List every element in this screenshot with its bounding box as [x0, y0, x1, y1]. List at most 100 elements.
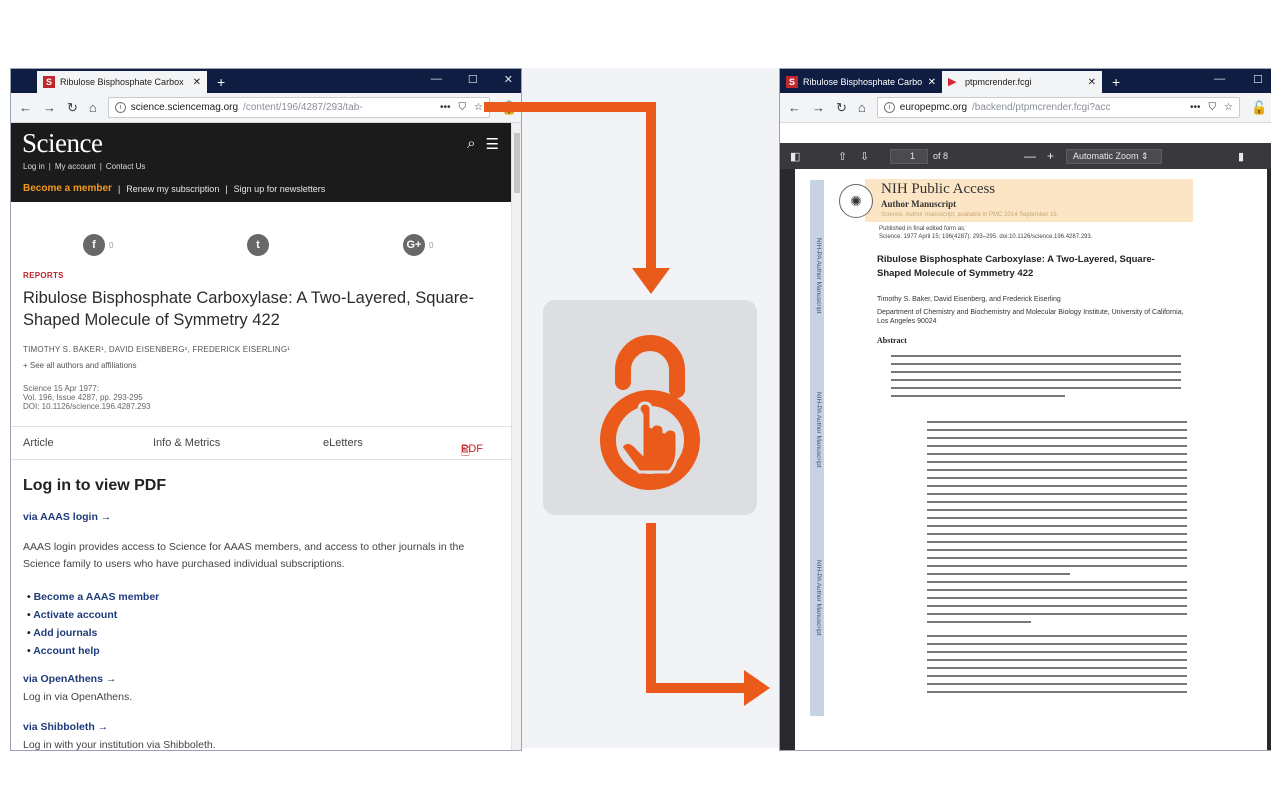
- article-category: REPORTS: [23, 271, 64, 280]
- article-authors: TIMOTHY S. BAKER¹, DAVID EISENBERG¹, FRE…: [23, 345, 291, 354]
- close-window-icon[interactable]: ✕: [504, 73, 513, 86]
- left-tab-science[interactable]: S Ribulose Bisphosphate Carbox ✕: [37, 71, 207, 93]
- googleplus-icon: G+: [403, 234, 425, 256]
- more-icon[interactable]: •••: [440, 102, 451, 113]
- see-all-authors-link[interactable]: + See all authors and affiliations: [23, 361, 136, 370]
- facebook-icon: f: [83, 234, 105, 256]
- article-tabs: Article Info & Metrics eLetters 🗎 PDF: [11, 426, 511, 460]
- tab-title: ptpmcrender.fcgi: [965, 77, 1032, 87]
- become-member-link[interactable]: Become a member: [23, 183, 112, 194]
- nih-subtitle: Author Manuscript: [881, 199, 957, 209]
- abstract-text-lines: [891, 355, 1181, 403]
- body-text-lines: [927, 581, 1187, 629]
- document-authors: Timothy S. Baker, David Eisenberg, and F…: [877, 295, 1187, 326]
- separator: |: [48, 162, 51, 171]
- info-icon[interactable]: i: [883, 102, 895, 113]
- author-names: Timothy S. Baker, David Eisenberg, and F…: [877, 296, 1061, 303]
- nih-faint-note: Science. Author manuscript; available in…: [881, 212, 1059, 218]
- add-journals-link[interactable]: Add journals: [27, 624, 159, 642]
- home-icon[interactable]: ⌂: [858, 100, 866, 115]
- shibboleth-description: Log in with your institution via Shibbol…: [23, 739, 216, 751]
- left-browser-window: S Ribulose Bisphosphate Carbox ✕ + — ☐ ✕…: [10, 68, 522, 751]
- pdf-canvas[interactable]: NIH-PA Author Manuscript NIH-PA Author M…: [780, 169, 1271, 750]
- renew-link[interactable]: Renew my subscription: [126, 184, 219, 194]
- twitter-share[interactable]: t: [247, 234, 269, 256]
- hhs-seal-icon: ✺: [839, 184, 873, 218]
- bookmark-star-icon[interactable]: ☆: [474, 102, 483, 113]
- tab-article[interactable]: Article: [23, 437, 54, 449]
- open-access-lock-icon: [600, 335, 700, 490]
- arrow-top-horizontal: [484, 102, 654, 112]
- reload-icon[interactable]: ↻: [836, 100, 847, 116]
- science-subnav: Become a member | Renew my subscription …: [23, 183, 326, 194]
- info-icon[interactable]: i: [114, 102, 126, 113]
- page-number-input[interactable]: 1: [890, 148, 928, 164]
- open-access-extension-icon[interactable]: 🔓: [1251, 100, 1267, 116]
- tab-eletters[interactable]: eLetters: [323, 437, 363, 449]
- toggle-sidebar-icon[interactable]: ◧: [790, 150, 800, 163]
- reload-icon[interactable]: ↻: [67, 100, 78, 116]
- zoom-select[interactable]: Automatic Zoom ⇕: [1066, 148, 1162, 164]
- pdf-favicon-icon: ▶: [948, 76, 957, 88]
- activate-account-link[interactable]: Activate account: [27, 606, 159, 624]
- googleplus-count: 0: [429, 240, 434, 250]
- science-favicon-icon: S: [43, 76, 55, 88]
- bookmark-star-icon[interactable]: ☆: [1224, 102, 1233, 113]
- twitter-icon: t: [247, 234, 269, 256]
- facebook-share[interactable]: f0: [83, 234, 113, 256]
- maximize-icon[interactable]: ☐: [468, 73, 478, 86]
- facebook-count: 0: [109, 240, 114, 250]
- right-browser-window: S Ribulose Bisphosphate Carbo ✕ ▶ ptpmcr…: [779, 68, 1271, 751]
- body-text-lines: [927, 635, 1187, 699]
- login-link[interactable]: Log in: [23, 162, 45, 171]
- science-logo[interactable]: Science: [22, 128, 103, 159]
- sidebar-text: NIH-PA Author Manuscript: [815, 238, 822, 314]
- menu-icon[interactable]: ☰: [486, 135, 499, 153]
- new-tab-button[interactable]: +: [1102, 71, 1130, 93]
- zoom-in-icon[interactable]: +: [1047, 149, 1054, 163]
- url-bar[interactable]: i science.sciencemag.org/content/196/428…: [107, 97, 490, 118]
- scrollbar-thumb[interactable]: [514, 133, 520, 193]
- maximize-icon[interactable]: ☐: [1253, 73, 1263, 86]
- via-aaas-link[interactable]: via AAAS login →: [23, 511, 111, 523]
- bookmark-icon[interactable]: ▮: [1238, 150, 1244, 163]
- home-icon[interactable]: ⌂: [89, 100, 97, 115]
- back-icon[interactable]: ←: [19, 100, 32, 115]
- next-page-icon[interactable]: ⇩: [860, 150, 869, 163]
- googleplus-share[interactable]: G+ 0: [403, 234, 433, 256]
- signup-link[interactable]: Sign up for newsletters: [234, 184, 326, 194]
- forward-icon[interactable]: →: [812, 100, 825, 115]
- forward-icon[interactable]: →: [43, 100, 56, 115]
- page-scrollbar[interactable]: [511, 123, 521, 750]
- tab-close-icon[interactable]: ✕: [193, 77, 201, 88]
- minimize-icon[interactable]: —: [431, 73, 442, 86]
- document-title: Ribulose Bisphosphate Carboxylase: A Two…: [877, 254, 1155, 279]
- right-tab-pdf[interactable]: ▶ ptpmcrender.fcgi ✕: [942, 71, 1102, 93]
- become-aaas-member-link[interactable]: Become a AAAS member: [27, 588, 160, 606]
- url-bar[interactable]: i europepmc.org/backend/ptpmcrender.fcgi…: [876, 97, 1240, 118]
- zoom-out-icon[interactable]: —: [1024, 149, 1036, 163]
- right-tab-science[interactable]: S Ribulose Bisphosphate Carbo ✕: [780, 71, 942, 93]
- search-icon[interactable]: ⌕: [467, 135, 475, 153]
- minimize-icon[interactable]: —: [1214, 73, 1225, 86]
- tab-info-metrics[interactable]: Info & Metrics: [153, 437, 220, 449]
- tab-close-icon[interactable]: ✕: [928, 77, 936, 88]
- via-openathens-link[interactable]: via OpenAthens →: [23, 673, 116, 685]
- pocket-icon[interactable]: ⛉: [459, 102, 467, 113]
- previous-page-icon[interactable]: ⇧: [838, 150, 847, 163]
- url-path: /backend/ptpmcrender.fcgi?acc: [972, 102, 1111, 113]
- my-account-link[interactable]: My account: [55, 162, 96, 171]
- pocket-icon[interactable]: ⛉: [1209, 102, 1217, 113]
- arrow-bottom-horizontal: [646, 683, 746, 693]
- tab-close-icon[interactable]: ✕: [1088, 77, 1096, 88]
- account-help-link[interactable]: Account help: [27, 642, 159, 660]
- aaas-links-list: Become a AAAS member Activate account Ad…: [27, 588, 159, 660]
- arrow-right-head-icon: [744, 670, 770, 706]
- via-shibboleth-link[interactable]: via Shibboleth →: [23, 721, 108, 733]
- left-titlebar: S Ribulose Bisphosphate Carbox ✕ + — ☐ ✕: [11, 69, 521, 93]
- new-tab-button[interactable]: +: [207, 71, 235, 93]
- back-icon[interactable]: ←: [788, 100, 801, 115]
- sidebar-text: NIH-PA Author Manuscript: [815, 560, 822, 636]
- contact-link[interactable]: Contact Us: [106, 162, 146, 171]
- more-icon[interactable]: •••: [1190, 102, 1201, 113]
